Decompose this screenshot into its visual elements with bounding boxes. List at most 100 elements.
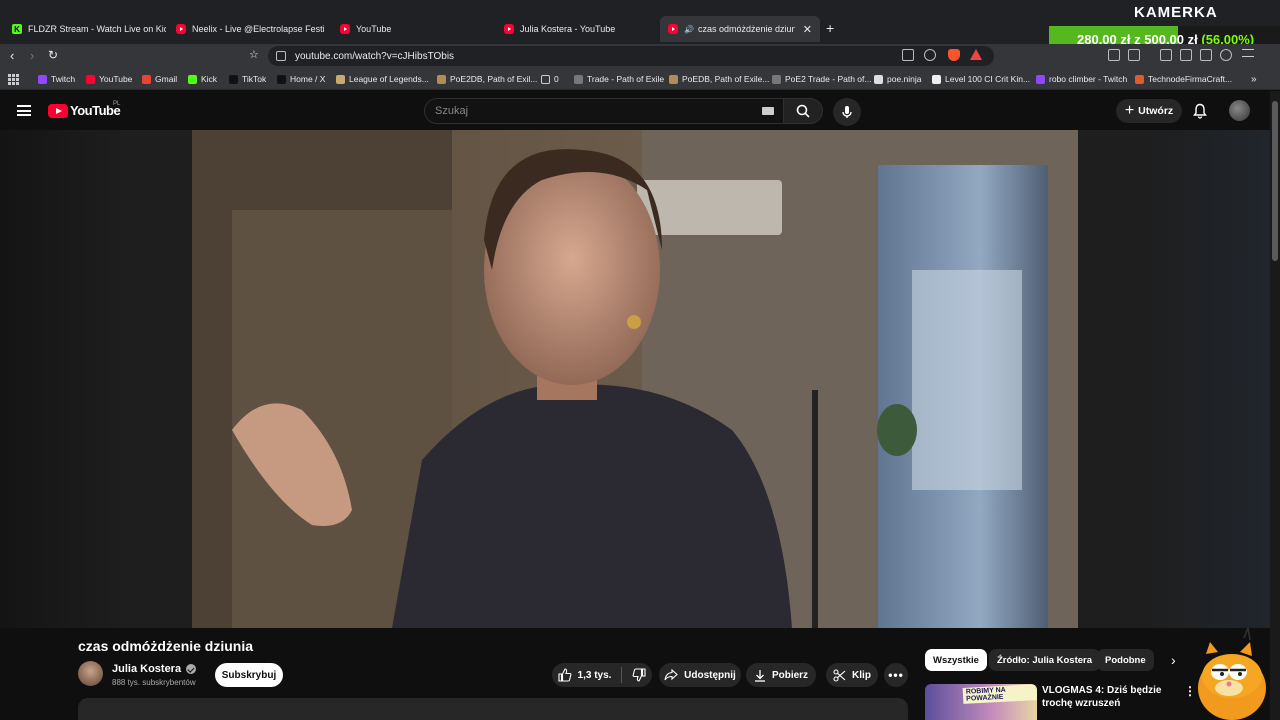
search-button[interactable] (783, 98, 823, 124)
search-placeholder: Szukaj (435, 105, 469, 117)
subscribe-button[interactable]: Subskrybuj (215, 663, 283, 687)
bookmark-label: Twitch (51, 74, 76, 84)
youtube-logo[interactable]: YouTube (48, 103, 121, 118)
dislike-button[interactable] (622, 668, 647, 682)
address-bar[interactable]: youtube.com/watch?v=cJHibsTObis (268, 46, 994, 66)
tab-youtube[interactable]: YouTube (332, 16, 492, 42)
chip-related[interactable]: Podobne (1097, 649, 1154, 671)
voice-search-button[interactable] (833, 98, 861, 126)
channel-avatar[interactable] (78, 661, 103, 686)
chip-all[interactable]: Wszystkie (925, 649, 987, 671)
bookmark-favicon-icon (932, 74, 941, 84)
recommended-video-thumbnail[interactable]: ROBIMY NA POWAŻNIE (925, 684, 1037, 720)
clip-button[interactable]: Klip (826, 663, 878, 687)
video-player[interactable] (0, 130, 1270, 628)
bookmark-label: PoE2DB, Path of Exil... (450, 74, 538, 84)
download-button[interactable]: Pobierz (746, 663, 816, 687)
more-actions-button[interactable]: ••• (884, 663, 908, 687)
tab-julia-kostera[interactable]: Julia Kostera - YouTube (496, 16, 656, 42)
extension-icon[interactable] (1128, 49, 1140, 61)
chip-from-channel[interactable]: Źródło: Julia Kostera (989, 649, 1101, 671)
extension-icon[interactable] (1108, 49, 1120, 61)
bookmark-favicon-icon (86, 74, 95, 84)
bookmark-item[interactable]: Level 100 CI Crit Kin... (932, 73, 1030, 85)
bookmark-favicon-icon (1036, 74, 1045, 84)
like-dislike-group: 1,3 tys. (552, 663, 652, 687)
new-tab-button[interactable]: + (826, 20, 834, 36)
channel-name[interactable]: Julia Kostera (112, 663, 197, 675)
youtube-icon (340, 24, 350, 34)
bookmark-item[interactable]: Gmail (142, 73, 177, 85)
share-arrow-icon (664, 669, 678, 681)
wallet-icon[interactable] (1200, 49, 1212, 61)
bookmark-item[interactable]: YouTube (86, 73, 132, 85)
site-info-icon[interactable] (276, 51, 286, 61)
bookmark-label: robo climber - Twitch (1049, 74, 1128, 84)
bookmark-item[interactable]: PoEDB, Path of Exile... (669, 73, 769, 85)
bookmark-favicon-icon (188, 74, 197, 84)
bookmark-label: Level 100 CI Crit Kin... (945, 74, 1031, 84)
clip-label: Klip (852, 669, 871, 681)
page-scrollbar[interactable] (1270, 91, 1280, 720)
bookmarks-bar: Twitch YouTube Gmail Kick TikTok Home / X Leag… (0, 68, 1280, 90)
scrollbar-thumb[interactable] (1272, 101, 1278, 261)
bookmark-favicon-icon (874, 74, 883, 84)
apps-grid-icon[interactable] (8, 73, 19, 85)
hamburger-menu-icon[interactable] (17, 105, 31, 116)
stream-overlay-kamerka: KAMERKA (1134, 4, 1218, 21)
youtube-icon (504, 24, 514, 34)
brave-rewards-icon[interactable] (970, 49, 982, 60)
bookmark-item[interactable]: Trade - Path of Exile (574, 73, 664, 85)
forward-icon[interactable]: › (30, 48, 34, 63)
recommended-video-title[interactable]: VLOGMAS 4: Dziś będzie trochę wzruszeń (1042, 684, 1182, 720)
download-label: Pobierz (771, 669, 809, 681)
bookmark-label: League of Legends... (349, 74, 429, 84)
sidebar-icon[interactable] (1180, 49, 1192, 61)
bookmark-favicon-icon (142, 74, 151, 84)
bookmark-item[interactable]: TechnodeFirmaCraft... (1135, 73, 1232, 85)
video-frame[interactable] (192, 130, 1078, 628)
bookmark-favicon-icon (277, 74, 286, 84)
notifications-bell-icon[interactable] (1193, 103, 1207, 124)
bookmark-item[interactable]: PoE2 Trade - Path of... (772, 73, 871, 85)
thumbnail-caption: ROBIMY NA POWAŻNIE (962, 684, 1037, 704)
brave-shield-icon[interactable] (948, 49, 960, 61)
bookmark-label: Gmail (155, 74, 178, 84)
bookmark-favicon-icon (669, 74, 678, 84)
description-box[interactable] (78, 698, 908, 720)
tab-label: Julia Kostera - YouTube (520, 24, 616, 34)
install-app-icon[interactable] (902, 49, 914, 61)
bookmark-item[interactable]: 0 (541, 73, 559, 85)
reload-icon[interactable]: ↻ (48, 48, 58, 62)
bookmark-item[interactable]: Home / X (277, 73, 325, 85)
back-icon[interactable]: ‹ (10, 48, 14, 63)
account-avatar[interactable] (1229, 100, 1250, 121)
keyboard-icon[interactable] (762, 107, 774, 115)
create-button[interactable]: + Utwórz (1116, 99, 1182, 123)
bookmark-item[interactable]: Kick (188, 73, 217, 85)
bookmark-label: YouTube (99, 74, 133, 84)
bookmark-item[interactable]: PoE2DB, Path of Exil... (437, 73, 537, 85)
profile-icon[interactable] (1220, 49, 1232, 61)
search-input[interactable]: Szukaj (424, 98, 784, 124)
thumbs-down-icon (633, 668, 647, 682)
bookmark-item[interactable]: robo climber - Twitch (1036, 73, 1127, 85)
tab-kick[interactable]: K FLDZR Stream - Watch Live on Kick (4, 16, 166, 42)
tab-neelix[interactable]: Neelix - Live @Electrolapse Festival 2 (168, 16, 324, 42)
share-icon[interactable] (924, 49, 936, 61)
tab-label: FLDZR Stream - Watch Live on Kick (28, 24, 166, 34)
like-button[interactable]: 1,3 tys. (557, 667, 623, 683)
tab-active-video[interactable]: 🔊 czas odmóżdżenie dziunia - Y ✕ (660, 16, 820, 42)
more-bookmarks-icon[interactable]: » (1251, 73, 1257, 85)
bookmark-item[interactable]: Twitch (38, 73, 75, 85)
bookmark-item[interactable]: League of Legends... (336, 73, 429, 85)
bookmark-item[interactable]: poe.ninja (874, 73, 922, 85)
bookmark-star-icon[interactable]: ☆ (249, 48, 259, 61)
close-tab-icon[interactable]: ✕ (795, 23, 812, 36)
share-button[interactable]: Udostępnij (659, 663, 741, 687)
media-icon[interactable] (1160, 49, 1172, 61)
chevron-right-icon[interactable]: › (1171, 652, 1176, 668)
menu-icon[interactable] (1242, 49, 1254, 57)
bookmark-item[interactable]: TikTok (229, 73, 266, 85)
video-title: czas odmóżdżenie dziunia (78, 638, 254, 654)
